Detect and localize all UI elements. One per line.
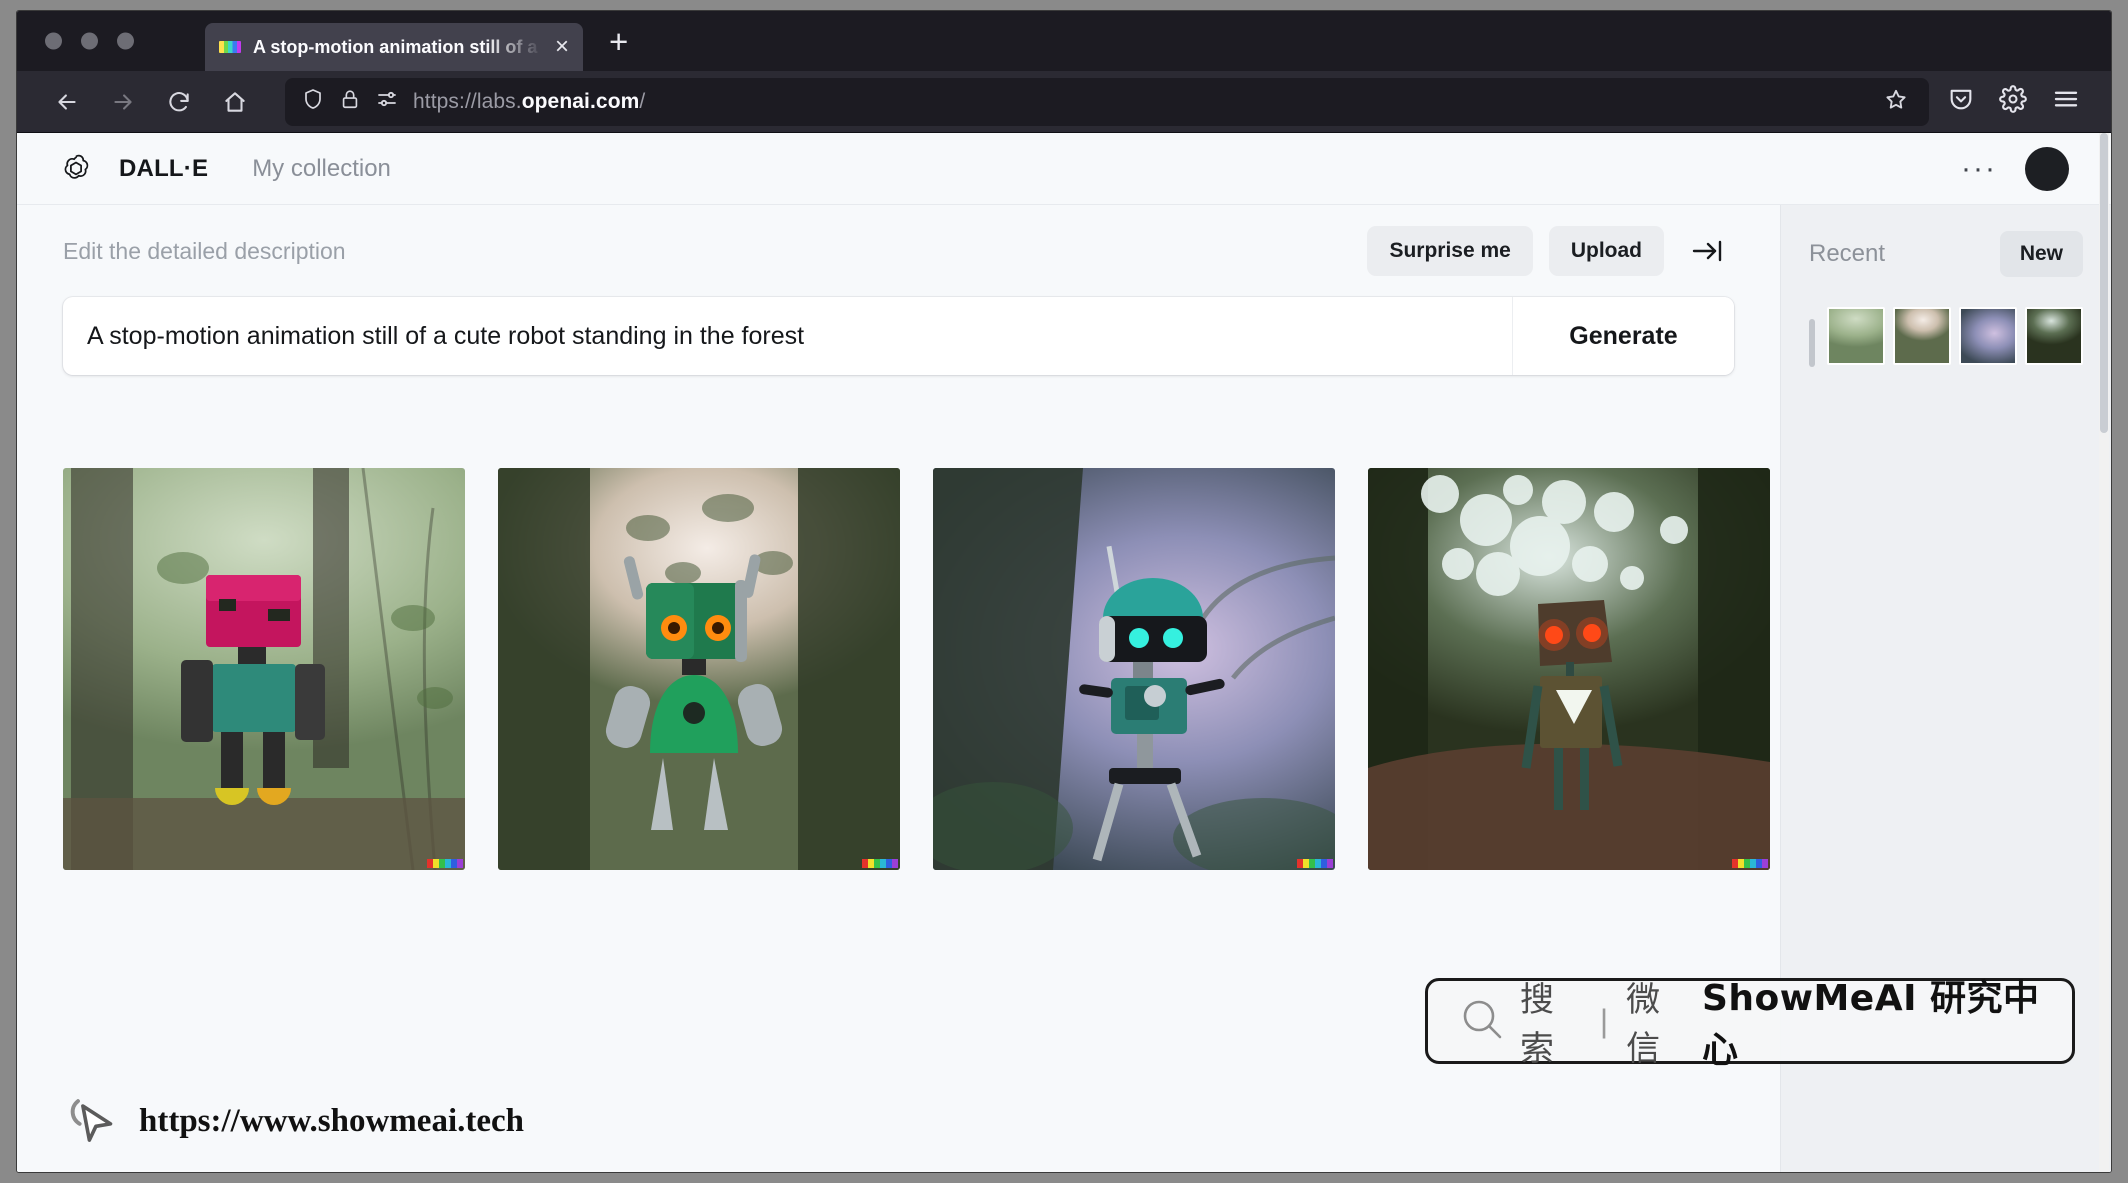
dalle-watermark-icon [862, 859, 898, 868]
more-options-icon[interactable]: ··· [1961, 153, 1997, 183]
generated-image-2[interactable] [498, 468, 900, 870]
new-tab-button[interactable]: + [609, 25, 628, 58]
browser-tab[interactable]: A stop-motion animation still of a cute … [205, 23, 583, 71]
new-button[interactable]: New [1999, 231, 2083, 277]
collapse-right-icon[interactable] [1680, 237, 1734, 265]
browser-tab-strip: A stop-motion animation still of a cute … [17, 11, 2111, 71]
openai-logo-icon [59, 152, 93, 186]
prompt-input-row: Generate [63, 297, 1734, 375]
lock-icon[interactable] [339, 88, 361, 115]
watermark-brand: ShowMeAI 研究中心 [1701, 978, 2040, 1071]
browser-window: A stop-motion animation still of a cute … [16, 10, 2112, 1173]
tab-title: A stop-motion animation still of a cute … [253, 36, 543, 57]
close-tab-icon[interactable]: × [555, 35, 569, 59]
watermark-search-label: 搜索 [1520, 980, 1554, 1069]
upload-button[interactable]: Upload [1548, 226, 1664, 276]
page-content: DALL·E My collection ··· Edit the detail… [17, 133, 2111, 1172]
list-item[interactable] [1827, 307, 1885, 365]
app-header: DALL·E My collection ··· [17, 133, 2111, 205]
generated-image-1[interactable] [63, 468, 465, 870]
avatar[interactable] [2025, 146, 2069, 191]
reload-icon[interactable] [151, 80, 207, 124]
browser-toolbar: https://labs.openai.com/ [17, 71, 2111, 133]
sidebar-header: Recent New [1809, 231, 2083, 277]
generated-image-3[interactable] [933, 468, 1335, 870]
search-icon [1458, 995, 1506, 1048]
pocket-icon[interactable] [1947, 85, 1975, 118]
watermark-url: https://www.showmeai.tech [65, 1093, 524, 1150]
page-scrollbar[interactable] [2099, 133, 2109, 1172]
minimize-window-button[interactable] [81, 32, 98, 50]
watermark-url-text: https://www.showmeai.tech [139, 1103, 524, 1139]
star-icon[interactable] [1883, 86, 1909, 117]
prompt-actions: Surprise me Upload [1367, 226, 1734, 276]
brand[interactable]: DALL·E [59, 152, 208, 186]
close-window-button[interactable] [45, 32, 62, 50]
surprise-me-button[interactable]: Surprise me [1367, 226, 1533, 276]
list-item[interactable] [1959, 307, 2017, 365]
home-icon[interactable] [207, 80, 263, 124]
watermark-separator: | [1599, 1002, 1609, 1039]
window-controls[interactable] [45, 32, 134, 50]
cursor-arrow-icon [65, 1093, 117, 1150]
shield-icon[interactable] [301, 87, 325, 116]
list-item[interactable] [1893, 307, 1951, 365]
header-actions: ··· [1961, 146, 2069, 191]
dalle-watermark-icon [1297, 859, 1333, 868]
maximize-window-button[interactable] [117, 32, 134, 50]
generated-image-gallery [63, 468, 1770, 870]
forward-arrow-icon[interactable] [95, 80, 151, 124]
thumbnail-scrollbar[interactable] [1809, 319, 1815, 367]
sidebar-title: Recent [1809, 240, 1886, 267]
address-bar[interactable]: https://labs.openai.com/ [285, 77, 1929, 126]
sliders-icon[interactable] [375, 87, 399, 116]
dalle-watermark-icon [1732, 859, 1768, 868]
watermark-search-bar: 搜索 | 微信 ShowMeAI 研究中心 [1425, 978, 2075, 1071]
back-arrow-icon[interactable] [39, 80, 95, 124]
watermark-wechat-label: 微信 [1626, 980, 1661, 1069]
hamburger-menu-icon[interactable] [2051, 84, 2081, 119]
prompt-label: Edit the detailed description [63, 237, 346, 264]
toolbar-right-actions [1947, 84, 2089, 119]
brand-name: DALL·E [119, 154, 209, 182]
list-item[interactable] [2025, 307, 2083, 365]
generated-image-4[interactable] [1368, 468, 1770, 870]
gear-icon[interactable] [1999, 85, 2027, 118]
address-bar-icons [301, 87, 399, 116]
generate-button[interactable]: Generate [1512, 297, 1734, 375]
url-text: https://labs.openai.com/ [413, 89, 646, 113]
dalle-rainbow-favicon-icon [219, 41, 241, 53]
prompt-toolbar: Edit the detailed description Surprise m… [63, 205, 1734, 297]
nav-my-collection[interactable]: My collection [252, 155, 391, 183]
search-input[interactable] [63, 297, 1512, 375]
recent-thumbnail-list [1809, 307, 2083, 367]
dalle-watermark-icon [427, 859, 463, 868]
